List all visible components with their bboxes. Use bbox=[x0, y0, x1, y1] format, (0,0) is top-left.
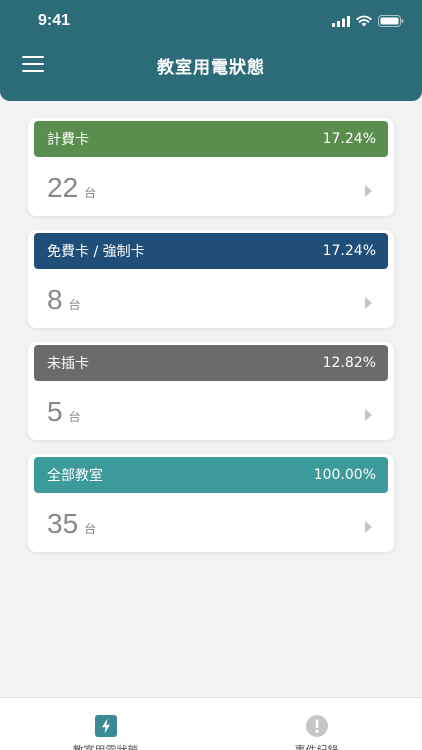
card-percent: 100.00% bbox=[313, 467, 376, 483]
card-unit: 台 bbox=[84, 522, 97, 536]
card-value: 8 台 bbox=[47, 284, 81, 316]
card-paid[interactable]: 計費卡 17.24% 22 台 bbox=[28, 118, 394, 216]
alert-icon bbox=[305, 715, 328, 737]
card-count: 35 bbox=[47, 508, 79, 539]
status-bar: 9:41 bbox=[0, 0, 422, 44]
status-time: 9:41 bbox=[38, 12, 71, 29]
app-header: 9:41 教室用電狀態 bbox=[0, 0, 422, 101]
card-label: 未插卡 bbox=[47, 356, 89, 372]
card-header: 未插卡 12.82% bbox=[34, 345, 388, 381]
chevron-right-icon bbox=[365, 185, 372, 197]
bottom-tab-bar: 教室用電狀態 事件紀錄 bbox=[0, 697, 422, 750]
chevron-right-icon bbox=[365, 409, 372, 421]
tab-classroom-power[interactable]: 教室用電狀態 bbox=[0, 698, 211, 750]
card-free-forced[interactable]: 免費卡 / 強制卡 17.24% 8 台 bbox=[28, 230, 394, 328]
status-icons bbox=[332, 15, 404, 27]
card-value: 35 台 bbox=[47, 508, 96, 540]
card-header: 計費卡 17.24% bbox=[34, 121, 388, 157]
tab-label: 教室用電狀態 bbox=[0, 742, 211, 750]
card-all-classrooms[interactable]: 全部教室 100.00% 35 台 bbox=[28, 454, 394, 552]
card-percent: 17.24% bbox=[322, 243, 376, 259]
card-value: 22 台 bbox=[47, 172, 96, 204]
card-unit: 台 bbox=[68, 298, 81, 312]
card-value: 5 台 bbox=[47, 396, 81, 428]
card-percent: 17.24% bbox=[322, 131, 376, 147]
page-title: 教室用電狀態 bbox=[157, 58, 265, 78]
card-unit: 台 bbox=[84, 186, 97, 200]
status-cards: 計費卡 17.24% 22 台 免費卡 / 強制卡 17.24% 8 台 未插卡… bbox=[28, 118, 394, 566]
card-unit: 台 bbox=[68, 410, 81, 424]
battery-icon bbox=[378, 15, 404, 27]
lightning-icon bbox=[94, 715, 117, 737]
tab-event-log[interactable]: 事件紀錄 bbox=[211, 698, 422, 750]
card-count: 8 bbox=[47, 284, 63, 315]
chevron-right-icon bbox=[365, 521, 372, 533]
chevron-right-icon bbox=[365, 297, 372, 309]
card-label: 全部教室 bbox=[47, 468, 103, 484]
card-not-inserted[interactable]: 未插卡 12.82% 5 台 bbox=[28, 342, 394, 440]
card-count: 5 bbox=[47, 396, 63, 427]
card-percent: 12.82% bbox=[322, 355, 376, 371]
card-header: 免費卡 / 強制卡 17.24% bbox=[34, 233, 388, 269]
card-header: 全部教室 100.00% bbox=[34, 457, 388, 493]
card-label: 免費卡 / 強制卡 bbox=[47, 244, 145, 260]
card-count: 22 bbox=[47, 172, 79, 203]
tab-label: 事件紀錄 bbox=[211, 742, 422, 750]
cellular-signal-icon bbox=[332, 15, 350, 27]
wifi-icon bbox=[356, 15, 372, 27]
card-label: 計費卡 bbox=[47, 132, 89, 148]
